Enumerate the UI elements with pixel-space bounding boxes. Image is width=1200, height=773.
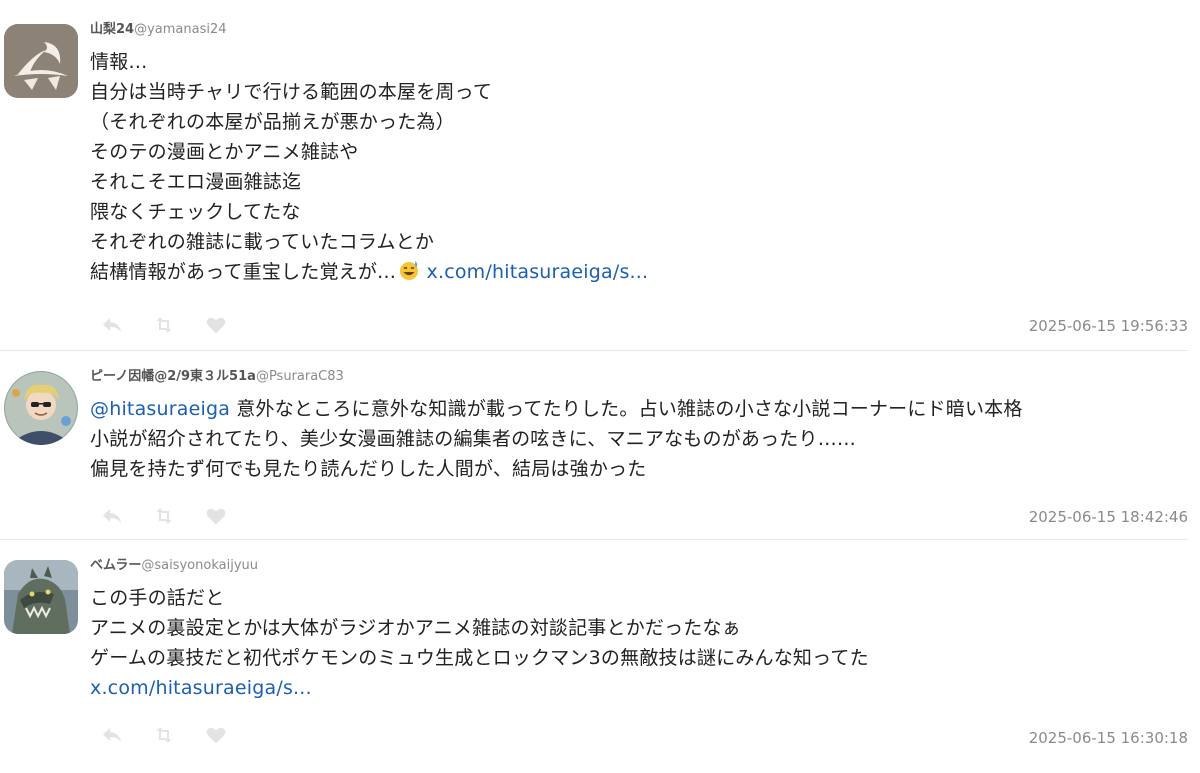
- avatar[interactable]: [4, 371, 78, 445]
- reply-icon[interactable]: [100, 723, 124, 747]
- tweet-header: ピーノ因幡@2/9東３ル51a@PsuraraC83: [90, 367, 1188, 387]
- tweet-line: 自分は当時チャリで行ける範囲の本屋を周って: [90, 81, 493, 103]
- user-handle[interactable]: @PsuraraC83: [256, 369, 344, 384]
- tweet-text: @hitasuraeiga 意外なところに意外な知識が載ってたりした。占い雑誌の…: [90, 394, 1188, 484]
- tweet-line: 情報…: [90, 51, 148, 73]
- retweet-icon[interactable]: [152, 723, 176, 747]
- tweet-line: 隈なくチェックしてたな: [90, 201, 301, 223]
- retweet-icon[interactable]: [152, 504, 176, 528]
- tweet-line-last: 結構情報があって重宝した覚えが… x.com/hitasuraeiga/s...: [90, 257, 1188, 290]
- tweet-line-text: 結構情報があって重宝した覚えが…: [90, 261, 397, 283]
- user-handle[interactable]: @yamanasi24: [134, 22, 226, 37]
- tweet-item: ピーノ因幡@2/9東３ル51a@PsuraraC83 @hitasuraeiga…: [0, 351, 1188, 540]
- action-bar: [100, 504, 228, 528]
- avatar[interactable]: [4, 24, 78, 98]
- heart-icon[interactable]: [204, 313, 228, 337]
- tweet-line: 偏見を持たず何でも見たり読んだりした人間が、結局は強かった: [90, 458, 647, 480]
- tweet-text: 情報… 自分は当時チャリで行ける範囲の本屋を周って （それぞれの本屋が品揃えが悪…: [90, 47, 1188, 290]
- tweet-item: ベムラー@saisyonokaijyuu この手の話だと アニメの裏設定とかは大…: [0, 540, 1188, 773]
- retweet-icon[interactable]: [152, 313, 176, 337]
- tweet-line: 小説が紹介されてたり、美少女漫画雑誌の編集者の呟きに、マニアなものがあったり……: [90, 428, 857, 450]
- tweet-line: そのテの漫画とかアニメ雑誌や: [90, 141, 359, 163]
- tweet-line: それこそエロ漫画雑誌迄: [90, 171, 302, 193]
- reply-icon[interactable]: [100, 313, 124, 337]
- avatar[interactable]: [4, 560, 78, 634]
- heart-icon[interactable]: [204, 723, 228, 747]
- tweet-header: ベムラー@saisyonokaijyuu: [90, 556, 1188, 576]
- tweet-link[interactable]: x.com/hitasuraeiga/s...: [90, 673, 1188, 703]
- timestamp[interactable]: 2025-06-15 18:42:46: [1029, 508, 1188, 526]
- tweet-line: @hitasuraeiga 意外なところに意外な知識が載ってたりした。占い雑誌の…: [90, 394, 1188, 424]
- avatar-image: [4, 24, 78, 98]
- action-bar: [100, 313, 228, 337]
- timestamp[interactable]: 2025-06-15 16:30:18: [1029, 729, 1188, 747]
- tweet-line: ゲームの裏技だと初代ポケモンのミュウ生成とロックマン3の無敵技は謎にみんな知って…: [90, 647, 869, 669]
- tweet-line: この手の話だと: [90, 587, 225, 609]
- tweet-line: （それぞれの本屋が品揃えが悪かった為）: [90, 111, 455, 133]
- mention-link[interactable]: @hitasuraeiga: [90, 398, 230, 420]
- tweet-item: 山梨24@yamanasi24 情報… 自分は当時チャリで行ける範囲の本屋を周っ…: [0, 0, 1188, 351]
- tweet-text: この手の話だと アニメの裏設定とかは大体がラジオかアニメ雑誌の対談記事とかだった…: [90, 583, 1188, 703]
- sweat-smile-emoji-icon: [398, 259, 420, 290]
- user-handle[interactable]: @saisyonokaijyuu: [141, 558, 258, 573]
- timestamp[interactable]: 2025-06-15 19:56:33: [1029, 317, 1188, 335]
- avatar-image: [4, 371, 78, 445]
- tweet-link[interactable]: x.com/hitasuraeiga/s...: [427, 261, 649, 283]
- heart-icon[interactable]: [204, 504, 228, 528]
- tweet-line-text: 意外なところに意外な知識が載ってたりした。占い雑誌の小さな小説コーナーにド暗い本…: [230, 398, 1023, 420]
- reply-icon[interactable]: [100, 504, 124, 528]
- tweet-header: 山梨24@yamanasi24: [90, 20, 1188, 40]
- user-name[interactable]: 山梨24: [90, 22, 134, 37]
- user-name[interactable]: ピーノ因幡@2/9東３ル51a: [90, 369, 256, 384]
- tweet-line: アニメの裏設定とかは大体がラジオかアニメ雑誌の対談記事とかだったなぁ: [90, 617, 741, 639]
- action-bar: [100, 723, 228, 747]
- user-name[interactable]: ベムラー: [90, 558, 141, 573]
- tweet-line: それぞれの雑誌に載っていたコラムとか: [90, 231, 435, 253]
- avatar-image: [4, 560, 78, 634]
